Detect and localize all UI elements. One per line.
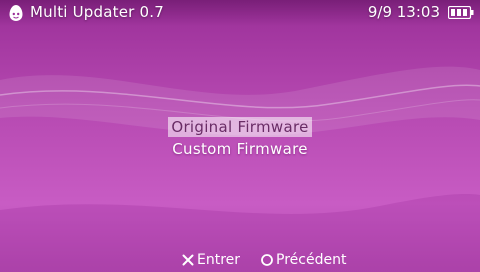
cross-button-icon <box>182 254 194 266</box>
menu-item-custom-firmware[interactable]: Custom Firmware <box>169 139 310 159</box>
back-hint[interactable]: Précédent <box>260 252 346 268</box>
back-label: Précédent <box>276 252 347 268</box>
clock: 9/9 13:03 <box>367 3 440 21</box>
status-bar: Multi Updater 0.7 9/9 13:03 <box>0 0 480 26</box>
battery-icon <box>448 6 474 19</box>
app-title: Multi Updater 0.7 <box>30 3 164 21</box>
circle-button-icon <box>261 254 273 266</box>
menu-item-original-firmware[interactable]: Original Firmware <box>168 117 312 137</box>
enter-hint[interactable]: Entrer <box>181 252 240 268</box>
firmware-menu: Original Firmware Custom Firmware <box>0 117 480 159</box>
enter-label: Entrer <box>197 252 241 268</box>
egg-icon <box>9 5 23 21</box>
button-hints: Entrer Précédent <box>0 252 480 272</box>
